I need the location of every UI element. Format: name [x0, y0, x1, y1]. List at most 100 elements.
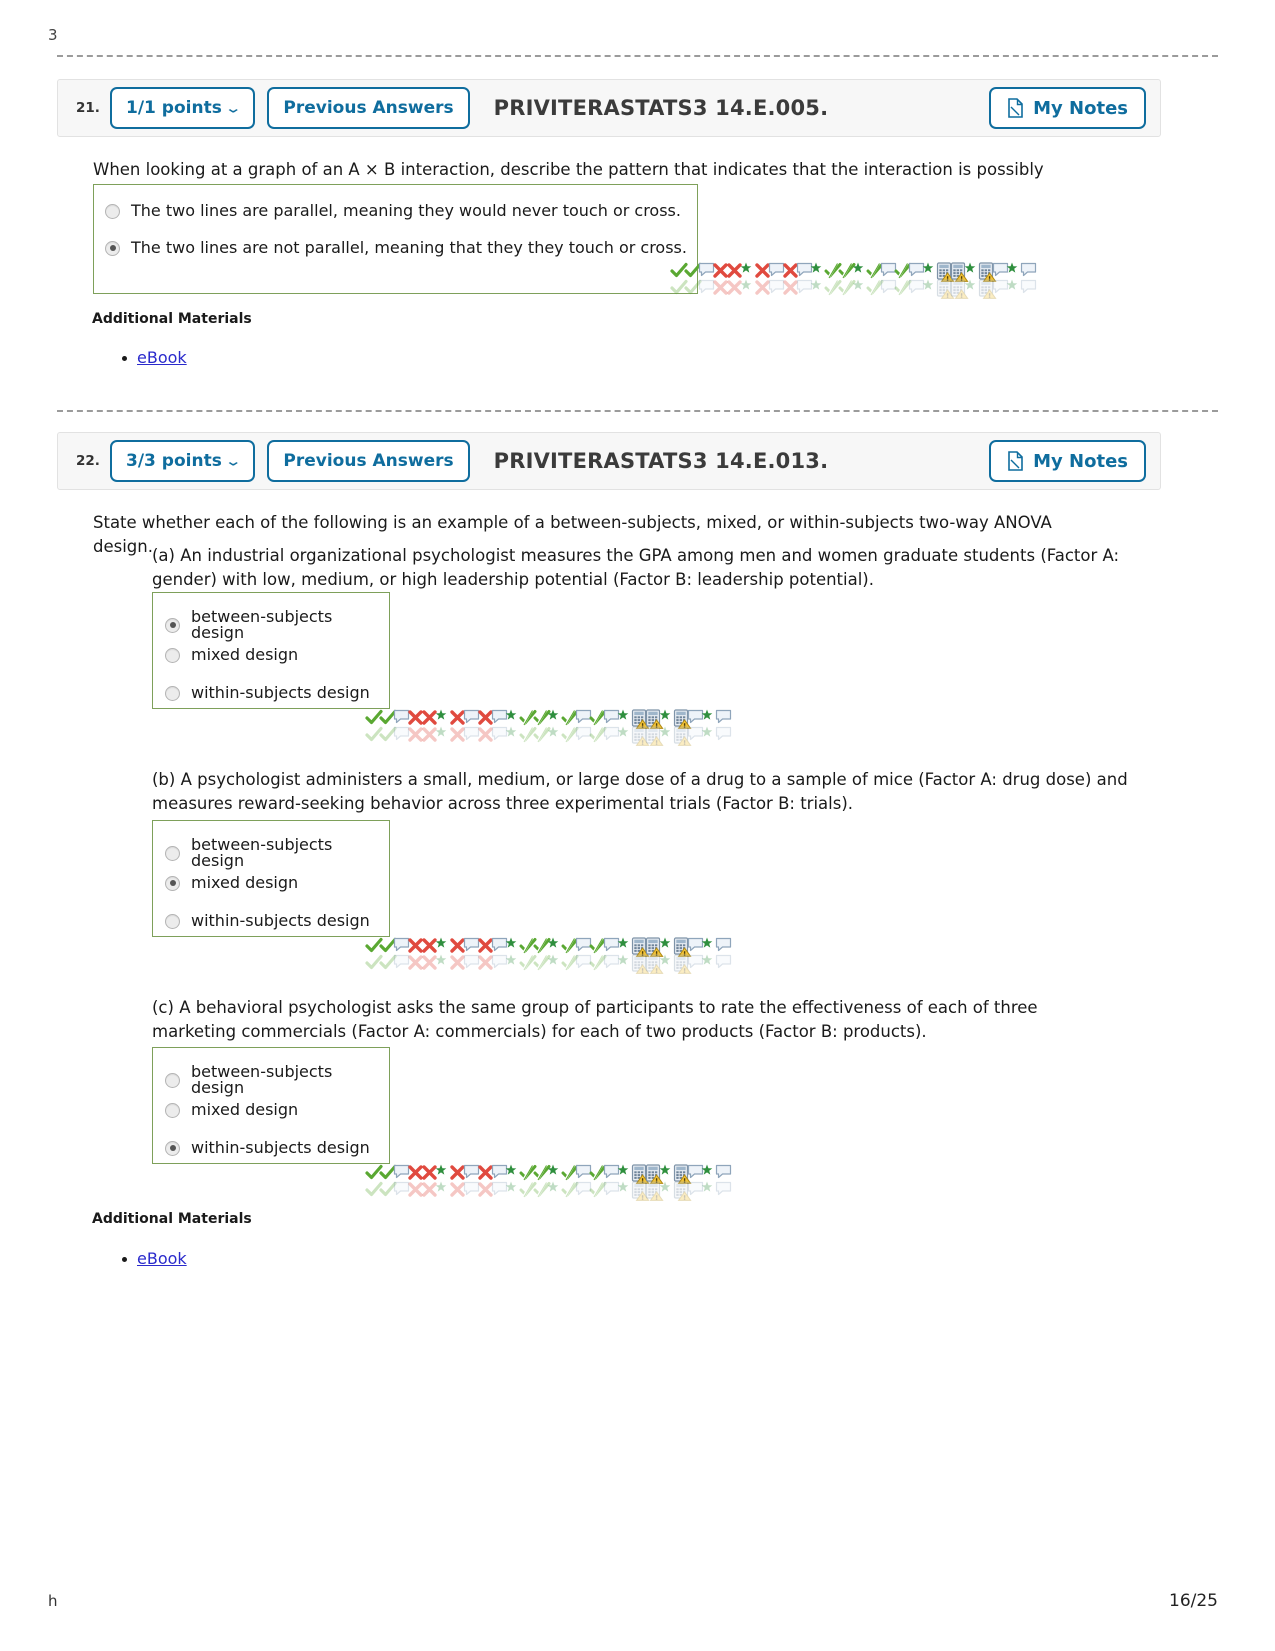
calculator-warning-icon	[631, 937, 650, 974]
star-icon	[505, 709, 520, 739]
speech-bubble-icon	[698, 262, 715, 294]
ebook-link-21[interactable]: eBook	[137, 348, 187, 367]
points-badge-21[interactable]: 1/1 points ⌄	[110, 87, 256, 129]
answer-options-22c: between-subjects design mixed design wit…	[152, 1047, 390, 1164]
speech-bubble-icon	[687, 709, 704, 741]
option-label: mixed design	[191, 873, 299, 892]
check-slash-icon	[589, 937, 607, 971]
option-row[interactable]: mixed design	[165, 647, 298, 663]
points-badge-22[interactable]: 3/3 points ⌄	[110, 440, 256, 482]
star-icon	[810, 262, 825, 292]
star-icon	[1006, 262, 1021, 292]
radio-button[interactable]	[165, 647, 180, 663]
my-notes-button-21[interactable]: My Notes	[989, 87, 1146, 129]
option-row[interactable]: between-subjects design	[165, 837, 389, 869]
my-notes-button-22[interactable]: My Notes	[989, 440, 1146, 482]
option-label: between-subjects design	[191, 835, 333, 870]
star-icon	[617, 709, 632, 739]
star-icon	[547, 1164, 562, 1194]
calculator-warning-icon	[645, 709, 664, 746]
calculator-warning-icon	[631, 1164, 650, 1201]
check-slash-icon	[561, 709, 579, 743]
footer-clipped-text: h	[48, 1592, 58, 1608]
check-slash-icon	[561, 937, 579, 971]
divider-middle	[57, 410, 1218, 412]
option-row[interactable]: between-subjects design	[165, 609, 389, 641]
speech-bubble-icon	[393, 709, 410, 741]
star-icon	[547, 709, 562, 739]
option-label: between-subjects design	[191, 1062, 333, 1097]
question-header-21: 21. 1/1 points ⌄ Previous Answers PRIVIT…	[57, 79, 1161, 137]
question-number-21: 21.	[76, 100, 100, 116]
previous-answers-button-22[interactable]: Previous Answers	[267, 440, 470, 482]
radio-button-selected[interactable]	[165, 617, 180, 633]
question-part-c-text: (c) A behavioral psychologist asks the s…	[152, 998, 1038, 1042]
star-icon	[435, 709, 450, 739]
calculator-warning-icon	[645, 937, 664, 974]
radio-button[interactable]	[165, 845, 180, 861]
grading-icon-strip-21	[670, 262, 1037, 299]
star-icon	[547, 937, 562, 967]
option-row[interactable]: within-subjects design	[165, 1140, 370, 1156]
calculator-warning-icon	[631, 709, 650, 746]
top-clipped-text: 3	[48, 28, 58, 42]
option-row[interactable]: The two lines are not parallel, meaning …	[105, 240, 687, 256]
speech-bubble-icon	[575, 709, 592, 741]
option-row[interactable]: mixed design	[165, 1102, 298, 1118]
option-row[interactable]: between-subjects design	[165, 1064, 389, 1096]
radio-button[interactable]	[165, 685, 180, 701]
speech-bubble-icon	[687, 937, 704, 969]
option-row[interactable]: within-subjects design	[165, 913, 370, 929]
chevron-down-icon: ⌄	[224, 452, 242, 469]
star-icon	[435, 1164, 450, 1194]
star-icon	[659, 937, 674, 967]
speech-bubble-icon	[715, 709, 732, 741]
star-icon	[505, 1164, 520, 1194]
option-label: The two lines are not parallel, meaning …	[131, 238, 687, 257]
radio-button[interactable]	[105, 203, 120, 219]
radio-button[interactable]	[165, 1102, 180, 1118]
speech-bubble-icon	[908, 262, 925, 294]
speech-bubble-icon	[463, 937, 480, 969]
answer-options-22b: between-subjects design mixed design wit…	[152, 820, 390, 937]
question-code-21: PRIVITERASTATS3 14.E.005.	[493, 96, 829, 120]
cross-icon	[421, 1164, 437, 1197]
speech-bubble-icon	[880, 262, 897, 294]
radio-button-selected[interactable]	[105, 240, 120, 256]
points-label-22: 3/3 points	[126, 451, 222, 471]
additional-materials-label-22: Additional Materials	[92, 1211, 252, 1227]
question-code-22: PRIVITERASTATS3 14.E.013.	[493, 449, 829, 473]
previous-answers-button-21[interactable]: Previous Answers	[267, 87, 470, 129]
cross-icon	[712, 262, 728, 295]
answer-options-21: The two lines are parallel, meaning they…	[93, 184, 698, 294]
speech-bubble-icon	[687, 1164, 704, 1196]
option-row[interactable]: within-subjects design	[165, 685, 370, 701]
answer-options-22a: between-subjects design mixed design wit…	[152, 592, 390, 709]
star-icon	[740, 262, 755, 292]
cross-icon	[477, 709, 493, 742]
note-document-icon	[1007, 98, 1024, 118]
page-indicator: 16/25	[1169, 1591, 1218, 1611]
question-number-22: 22.	[76, 453, 100, 469]
cross-icon	[754, 262, 770, 295]
divider-top	[57, 55, 1218, 57]
radio-button[interactable]	[165, 1072, 180, 1088]
radio-button[interactable]	[165, 913, 180, 929]
radio-button-selected[interactable]	[165, 875, 180, 891]
star-icon	[701, 937, 716, 967]
calculator-warning-icon	[673, 1164, 692, 1201]
calculator-warning-icon	[950, 262, 969, 299]
option-label: mixed design	[191, 645, 299, 664]
speech-bubble-icon	[1020, 262, 1037, 294]
speech-bubble-icon	[463, 709, 480, 741]
option-row[interactable]: mixed design	[165, 875, 298, 891]
ebook-link-22[interactable]: eBook	[137, 1249, 187, 1268]
question-part-a-text: (a) An industrial organizational psychol…	[152, 546, 1120, 590]
cross-icon	[407, 1164, 423, 1197]
check-slash-icon	[824, 262, 842, 296]
check-slash-icon	[866, 262, 884, 296]
radio-button-selected[interactable]	[165, 1140, 180, 1156]
option-row[interactable]: The two lines are parallel, meaning they…	[105, 203, 681, 219]
previous-answers-label-21: Previous Answers	[283, 98, 454, 118]
check-slash-icon	[533, 937, 551, 971]
